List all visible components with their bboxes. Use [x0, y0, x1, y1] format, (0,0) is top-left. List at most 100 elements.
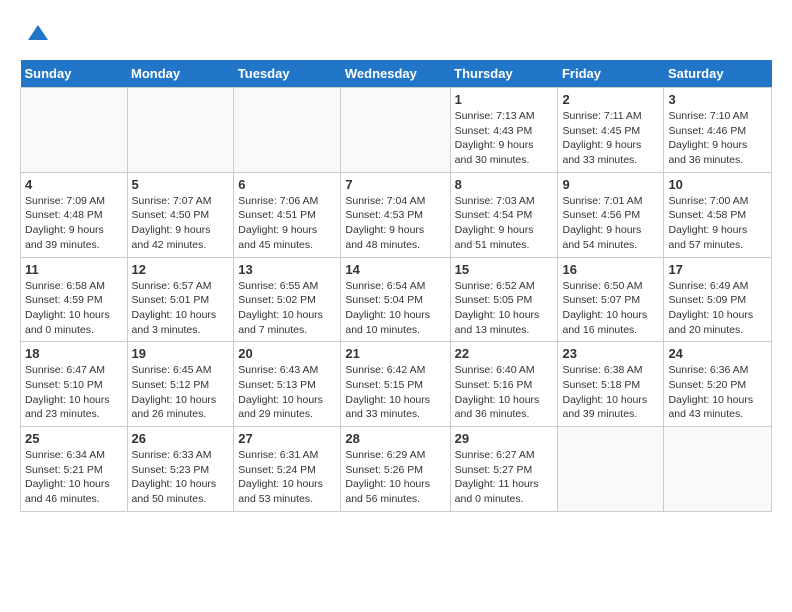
calendar-cell: 5 Sunrise: 7:07 AM Sunset: 4:50 PM Daylig… [127, 172, 234, 257]
week-row-3: 11 Sunrise: 6:58 AM Sunset: 4:59 PM Dayli… [21, 257, 772, 342]
calendar-cell: 12 Sunrise: 6:57 AM Sunset: 5:01 PM Dayli… [127, 257, 234, 342]
day-number: 27 [238, 431, 336, 446]
day-info: Sunrise: 6:52 AM Sunset: 5:05 PM Dayligh… [455, 279, 554, 338]
calendar-cell: 3 Sunrise: 7:10 AM Sunset: 4:46 PM Daylig… [664, 88, 772, 173]
calendar-cell: 25Sunrise: 6:34 AM Sunset: 5:21 PM Dayli… [21, 427, 128, 512]
calendar-cell: 15 Sunrise: 6:52 AM Sunset: 5:05 PM Dayli… [450, 257, 558, 342]
day-info: Sunrise: 6:40 AM Sunset: 5:16 PM Dayligh… [455, 363, 554, 422]
day-info: Sunrise: 7:03 AM Sunset: 4:54 PM Dayligh… [455, 194, 554, 253]
day-number: 23 [562, 346, 659, 361]
week-row-2: 4 Sunrise: 7:09 AM Sunset: 4:48 PM Daylig… [21, 172, 772, 257]
day-number: 2 [562, 92, 659, 107]
day-info: Sunrise: 6:36 AM Sunset: 5:20 PM Dayligh… [668, 363, 767, 422]
day-number: 24 [668, 346, 767, 361]
page-header [20, 20, 772, 50]
weekday-header-monday: Monday [127, 60, 234, 88]
calendar-cell [21, 88, 128, 173]
day-info: Sunrise: 7:00 AM Sunset: 4:58 PM Dayligh… [668, 194, 767, 253]
calendar-cell: 20 Sunrise: 6:43 AM Sunset: 5:13 PM Dayli… [234, 342, 341, 427]
day-info: Sunrise: 6:49 AM Sunset: 5:09 PM Dayligh… [668, 279, 767, 338]
day-number: 13 [238, 262, 336, 277]
calendar-cell: 11 Sunrise: 6:58 AM Sunset: 4:59 PM Dayli… [21, 257, 128, 342]
day-info: Sunrise: 7:04 AM Sunset: 4:53 PM Dayligh… [345, 194, 445, 253]
calendar-cell: 4 Sunrise: 7:09 AM Sunset: 4:48 PM Daylig… [21, 172, 128, 257]
day-info: Sunrise: 6:38 AM Sunset: 5:18 PM Dayligh… [562, 363, 659, 422]
calendar-cell [234, 88, 341, 173]
day-number: 26 [132, 431, 230, 446]
weekday-header-saturday: Saturday [664, 60, 772, 88]
day-info: Sunrise: 7:01 AM Sunset: 4:56 PM Dayligh… [562, 194, 659, 253]
day-info: Sunrise: 6:43 AM Sunset: 5:13 PM Dayligh… [238, 363, 336, 422]
calendar-cell: 9 Sunrise: 7:01 AM Sunset: 4:56 PM Daylig… [558, 172, 664, 257]
calendar-cell [558, 427, 664, 512]
calendar-cell: 1 Sunrise: 7:13 AM Sunset: 4:43 PM Daylig… [450, 88, 558, 173]
day-info: Sunrise: 6:54 AM Sunset: 5:04 PM Dayligh… [345, 279, 445, 338]
day-number: 4 [25, 177, 123, 192]
day-number: 22 [455, 346, 554, 361]
day-info: Sunrise: 6:57 AM Sunset: 5:01 PM Dayligh… [132, 279, 230, 338]
day-info: Sunrise: 7:10 AM Sunset: 4:46 PM Dayligh… [668, 109, 767, 168]
weekday-header-row: SundayMondayTuesdayWednesdayThursdayFrid… [21, 60, 772, 88]
logo [20, 20, 52, 50]
day-number: 21 [345, 346, 445, 361]
weekday-header-thursday: Thursday [450, 60, 558, 88]
day-number: 29 [455, 431, 554, 446]
day-number: 7 [345, 177, 445, 192]
day-number: 15 [455, 262, 554, 277]
calendar-cell: 16 Sunrise: 6:50 AM Sunset: 5:07 PM Dayli… [558, 257, 664, 342]
calendar-cell: 18 Sunrise: 6:47 AM Sunset: 5:10 PM Dayli… [21, 342, 128, 427]
day-number: 1 [455, 92, 554, 107]
calendar-cell: 27Sunrise: 6:31 AM Sunset: 5:24 PM Dayli… [234, 427, 341, 512]
day-info: Sunrise: 7:07 AM Sunset: 4:50 PM Dayligh… [132, 194, 230, 253]
weekday-header-sunday: Sunday [21, 60, 128, 88]
day-number: 9 [562, 177, 659, 192]
calendar-cell: 24 Sunrise: 6:36 AM Sunset: 5:20 PM Dayli… [664, 342, 772, 427]
calendar-cell [664, 427, 772, 512]
calendar-cell: 8 Sunrise: 7:03 AM Sunset: 4:54 PM Daylig… [450, 172, 558, 257]
calendar-cell: 6 Sunrise: 7:06 AM Sunset: 4:51 PM Daylig… [234, 172, 341, 257]
week-row-4: 18 Sunrise: 6:47 AM Sunset: 5:10 PM Dayli… [21, 342, 772, 427]
day-number: 6 [238, 177, 336, 192]
day-number: 16 [562, 262, 659, 277]
week-row-5: 25Sunrise: 6:34 AM Sunset: 5:21 PM Dayli… [21, 427, 772, 512]
day-number: 19 [132, 346, 230, 361]
day-number: 14 [345, 262, 445, 277]
day-number: 8 [455, 177, 554, 192]
day-number: 25 [25, 431, 123, 446]
day-info: Sunrise: 7:06 AM Sunset: 4:51 PM Dayligh… [238, 194, 336, 253]
day-number: 12 [132, 262, 230, 277]
day-number: 11 [25, 262, 123, 277]
day-info: Sunrise: 6:33 AM Sunset: 5:23 PM Dayligh… [132, 448, 230, 507]
calendar-cell [341, 88, 450, 173]
calendar-cell [127, 88, 234, 173]
day-info: Sunrise: 6:55 AM Sunset: 5:02 PM Dayligh… [238, 279, 336, 338]
calendar-table: SundayMondayTuesdayWednesdayThursdayFrid… [20, 60, 772, 512]
calendar-cell: 29 Sunrise: 6:27 AM Sunset: 5:27 PM Dayli… [450, 427, 558, 512]
calendar-cell: 14 Sunrise: 6:54 AM Sunset: 5:04 PM Dayli… [341, 257, 450, 342]
day-info: Sunrise: 6:27 AM Sunset: 5:27 PM Dayligh… [455, 448, 554, 507]
calendar-cell: 21 Sunrise: 6:42 AM Sunset: 5:15 PM Dayli… [341, 342, 450, 427]
day-number: 5 [132, 177, 230, 192]
day-info: Sunrise: 6:42 AM Sunset: 5:15 PM Dayligh… [345, 363, 445, 422]
day-number: 20 [238, 346, 336, 361]
calendar-cell: 23 Sunrise: 6:38 AM Sunset: 5:18 PM Dayli… [558, 342, 664, 427]
day-info: Sunrise: 7:09 AM Sunset: 4:48 PM Dayligh… [25, 194, 123, 253]
day-info: Sunrise: 6:29 AM Sunset: 5:26 PM Dayligh… [345, 448, 445, 507]
day-number: 10 [668, 177, 767, 192]
day-number: 17 [668, 262, 767, 277]
calendar-cell: 17 Sunrise: 6:49 AM Sunset: 5:09 PM Dayli… [664, 257, 772, 342]
calendar-cell: 28 Sunrise: 6:29 AM Sunset: 5:26 PM Dayli… [341, 427, 450, 512]
day-number: 28 [345, 431, 445, 446]
day-info: Sunrise: 7:11 AM Sunset: 4:45 PM Dayligh… [562, 109, 659, 168]
logo-icon [20, 20, 50, 50]
calendar-cell: 13 Sunrise: 6:55 AM Sunset: 5:02 PM Dayli… [234, 257, 341, 342]
day-number: 18 [25, 346, 123, 361]
day-info: Sunrise: 7:13 AM Sunset: 4:43 PM Dayligh… [455, 109, 554, 168]
day-info: Sunrise: 6:58 AM Sunset: 4:59 PM Dayligh… [25, 279, 123, 338]
week-row-1: 1 Sunrise: 7:13 AM Sunset: 4:43 PM Daylig… [21, 88, 772, 173]
calendar-cell: 10 Sunrise: 7:00 AM Sunset: 4:58 PM Dayli… [664, 172, 772, 257]
day-number: 3 [668, 92, 767, 107]
day-info: Sunrise: 6:47 AM Sunset: 5:10 PM Dayligh… [25, 363, 123, 422]
day-info: Sunrise: 6:45 AM Sunset: 5:12 PM Dayligh… [132, 363, 230, 422]
day-info: Sunrise: 6:50 AM Sunset: 5:07 PM Dayligh… [562, 279, 659, 338]
